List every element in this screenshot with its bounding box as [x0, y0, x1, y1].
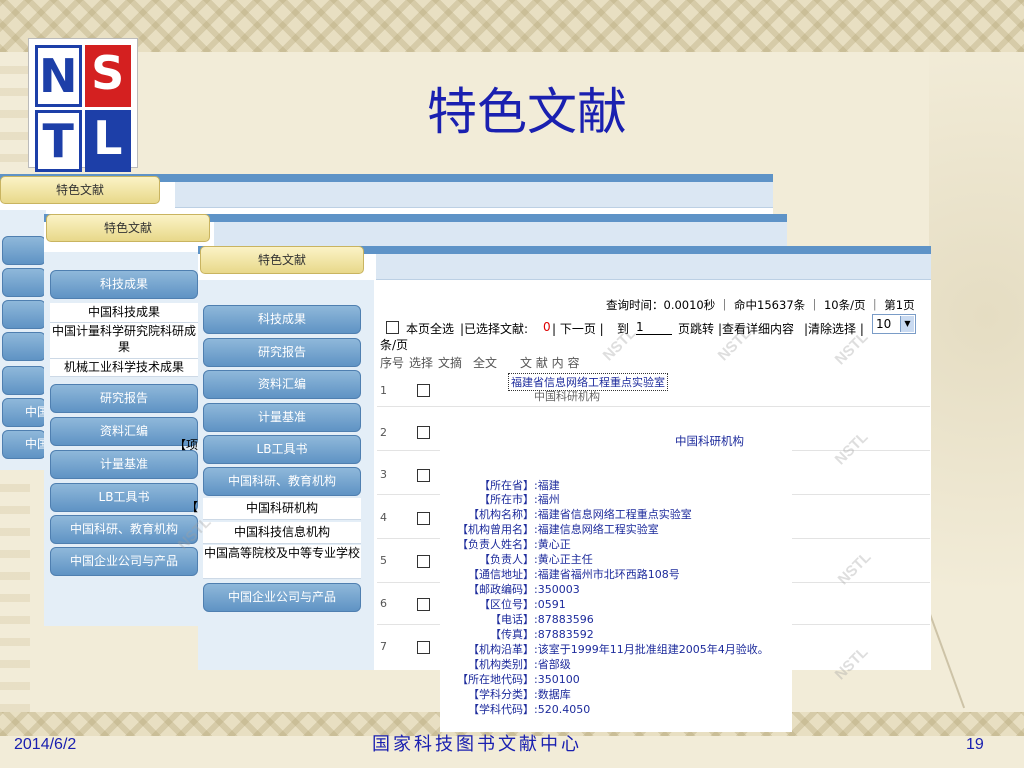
panel-1-side-button[interactable] [2, 300, 46, 329]
slide-border-top [0, 0, 1024, 52]
institution-detail-card: 中国科研机构 【所在省】:福建 【所在市】:福州 【机构名称】:福建省信息网络工… [440, 434, 792, 732]
button-lb-tools[interactable]: LB工具书 [203, 435, 361, 464]
panel-1-side-button-cut[interactable]: 中国 [2, 430, 46, 459]
detail-field-category: 【机构类别】:省部级 [468, 658, 571, 671]
view-detail-link[interactable]: |查看详细内容 [718, 320, 794, 337]
footer-date: 2014/6/2 [14, 736, 77, 753]
panel-2-link-machinery-results[interactable]: 机械工业科学技术成果 [50, 359, 198, 377]
panel-2-button-research-reports[interactable]: 研究报告 [50, 384, 198, 413]
page-jump-button[interactable]: 页跳转 [678, 320, 714, 337]
row-6-checkbox[interactable] [417, 598, 430, 611]
row-1-checkbox[interactable] [417, 384, 430, 397]
panel-2-fragment: 【 [186, 500, 199, 514]
button-enterprises-products[interactable]: 中国企业公司与产品 [203, 583, 361, 612]
row-5-checkbox[interactable] [417, 555, 430, 568]
detail-field-area-code: 【区位号】:0591 [479, 598, 566, 611]
button-metrology[interactable]: 计量基准 [203, 403, 361, 432]
row-5-number: 5 [380, 554, 387, 567]
page-number-input[interactable]: 1 [636, 320, 672, 335]
detail-field-subject: 【学科分类】:数据库 [468, 688, 571, 701]
detail-field-name: 【机构名称】:福建省信息网络工程重点实验室 [468, 508, 692, 521]
panel-2-tab-special-docs[interactable]: 特色文献 [46, 214, 210, 242]
row-6-number: 6 [380, 597, 387, 610]
panel-1-side-button-cut[interactable]: 中国 [2, 398, 46, 427]
row-1-subtitle: 中国科研机构 [534, 390, 600, 403]
header-index: 序号 [380, 356, 405, 370]
row-2-checkbox[interactable] [417, 426, 430, 439]
query-info: 查询时间：0.0010秒 ｜ 命中15637条 ｜ 10条/页 ｜ 第1页 [606, 298, 915, 312]
slide-title: 特色文献 [427, 83, 627, 141]
panel-3-header-strip [376, 254, 931, 280]
detail-field-leader-name: 【负责人姓名】:黄心正 [457, 538, 571, 551]
per-page-value: 10 [876, 317, 892, 331]
panel-1-tab-special-docs[interactable]: 特色文献 [0, 176, 160, 204]
panel-2-header-strip [214, 222, 787, 248]
detail-field-history: 【机构沿革】:该室于1999年11月批准组建2005年4月验收。 [468, 643, 769, 656]
row-4-checkbox[interactable] [417, 512, 430, 525]
panel-1-side-button[interactable] [2, 366, 46, 395]
detail-field-location-code: 【所在地代码】:350100 [457, 673, 580, 686]
button-compilations[interactable]: 资料汇编 [203, 370, 361, 399]
panel-2-link-metrology-results[interactable]: 中国计量科学研究院科研成果 [50, 323, 198, 359]
next-page-link[interactable]: | 下一页 | [552, 320, 604, 337]
detail-field-postcode: 【邮政编码】:350003 [468, 583, 580, 596]
panel-1-side-button[interactable] [2, 236, 46, 265]
panel-2-fragment: 【项 [174, 438, 199, 452]
select-all-checkbox[interactable] [386, 321, 399, 334]
panel-2-button-research-results[interactable]: 科技成果 [50, 270, 198, 299]
panel-1-side-button[interactable] [2, 268, 46, 297]
detail-field-phone: 【电话】:87883596 [490, 613, 594, 626]
detail-field-fax: 【传真】:87883592 [490, 628, 594, 641]
row-7-checkbox[interactable] [417, 641, 430, 654]
row-7-number: 7 [380, 640, 387, 653]
panel-1-header-strip [175, 182, 773, 208]
row-3-checkbox[interactable] [417, 469, 430, 482]
button-research-results[interactable]: 科技成果 [203, 305, 361, 334]
panel-2-link-cn-results[interactable]: 中国科技成果 [50, 303, 198, 323]
panel-3-tab-special-docs[interactable]: 特色文献 [200, 246, 364, 274]
per-page-unit: 条/页 [380, 338, 409, 352]
detail-field-leader: 【负责人】:黄心正主任 [479, 553, 593, 566]
panel-2-button-metrology[interactable]: 计量基准 [50, 450, 198, 479]
button-research-edu-institutions[interactable]: 中国科研、教育机构 [203, 467, 361, 496]
row-divider [377, 406, 930, 407]
row-1-number: 1 [380, 384, 387, 397]
header-fulltext: 全文 [473, 356, 498, 370]
per-page-select[interactable]: 10 ▼ [872, 314, 916, 334]
panel-2-button-lb-tools[interactable]: LB工具书 [50, 483, 198, 512]
header-select: 选择 [409, 356, 434, 370]
row-2-number: 2 [380, 426, 387, 439]
detail-field-former-name: 【机构曾用名】:福建信息网络工程实验室 [457, 523, 659, 536]
header-abstract: 文摘 [438, 356, 463, 370]
select-all-label[interactable]: 本页全选 [406, 320, 454, 337]
footer-organization: 国家科技图书文献中心 [372, 734, 582, 755]
detail-heading: 中国科研机构 [675, 434, 744, 448]
panel-1-side-button[interactable] [2, 332, 46, 361]
detail-field-city: 【所在市】:福州 [479, 493, 560, 506]
page-number: 19 [966, 736, 984, 753]
link-universities-colleges[interactable]: 中国高等院校及中等专业学校 [203, 545, 361, 579]
panel-2-button-enterprises[interactable]: 中国企业公司与产品 [50, 547, 198, 576]
selected-label: |已选择文献: [460, 322, 529, 336]
row-4-number: 4 [380, 511, 387, 524]
link-sci-tech-info-institutions[interactable]: 中国科技信息机构 [203, 522, 361, 544]
selected-count: 0 [543, 320, 551, 334]
detail-field-subject-code: 【学科代码】:520.4050 [468, 703, 591, 716]
button-research-reports[interactable]: 研究报告 [203, 338, 361, 367]
header-content: 文 献 内 容 [520, 356, 580, 370]
chevron-down-icon[interactable]: ▼ [900, 316, 914, 332]
link-research-institutions[interactable]: 中国科研机构 [203, 498, 361, 520]
row-3-number: 3 [380, 468, 387, 481]
detail-field-address: 【通信地址】:福建省福州市北环西路108号 [468, 568, 680, 581]
